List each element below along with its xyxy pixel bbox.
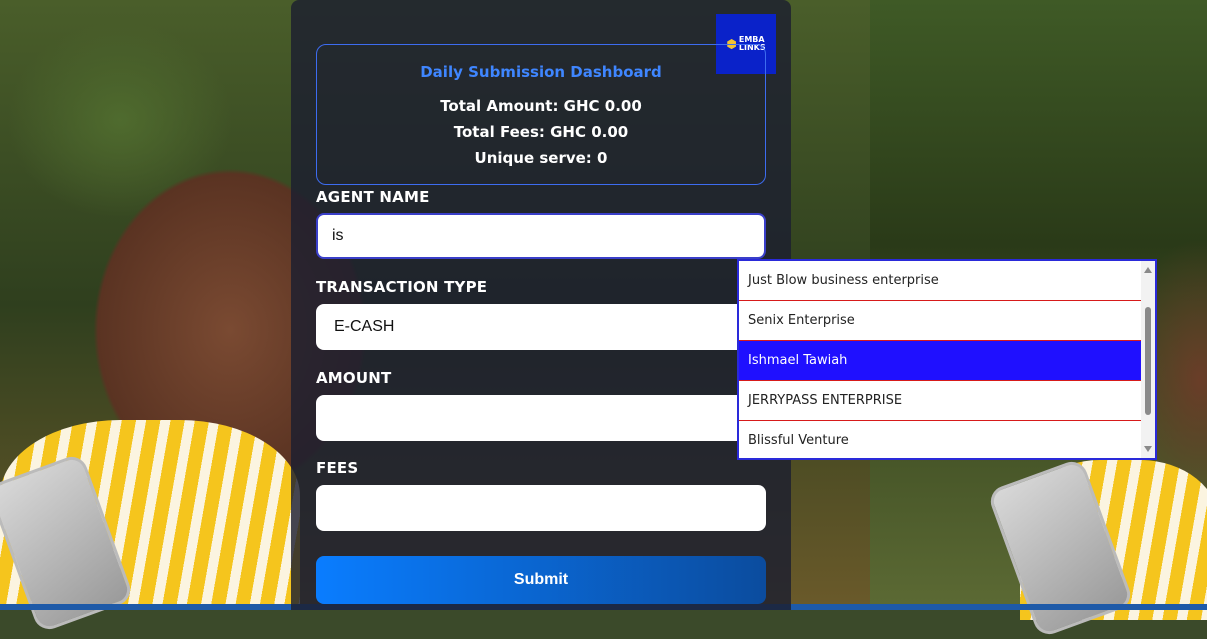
fees-label: FEES (316, 459, 359, 477)
suggestion-option[interactable]: JERRYPASS ENTERPRISE (739, 381, 1143, 421)
transaction-type-select[interactable]: E-CASH (316, 304, 766, 350)
dashboard-title: Daily Submission Dashboard (420, 63, 662, 81)
suggestion-option[interactable]: Senix Enterprise (739, 301, 1143, 341)
scroll-down-arrow-icon[interactable] (1144, 446, 1152, 452)
amount-label: AMOUNT (316, 369, 392, 387)
fees-input[interactable] (316, 485, 766, 531)
agent-name-label: AGENT NAME (316, 188, 430, 206)
submit-button[interactable]: Submit (316, 556, 766, 604)
unique-serve: Unique serve: 0 (474, 149, 608, 167)
suggestion-option-selected[interactable]: Ishmael Tawiah (739, 341, 1143, 381)
scroll-thumb[interactable] (1145, 307, 1151, 415)
total-fees: Total Fees: GHC 0.00 (453, 123, 629, 141)
transaction-type-value: E-CASH (334, 318, 395, 335)
scroll-up-arrow-icon[interactable] (1144, 267, 1152, 273)
agent-suggestions-dropdown[interactable]: Just Blow business enterprise Senix Ente… (737, 259, 1157, 460)
amount-input[interactable] (316, 395, 766, 441)
agent-name-value: is (332, 227, 344, 244)
dropdown-scrollbar[interactable] (1141, 261, 1155, 458)
transaction-type-label: TRANSACTION TYPE (316, 278, 488, 296)
suggestion-option[interactable]: Blissful Venture (739, 421, 1143, 458)
total-amount: Total Amount: GHC 0.00 (440, 97, 642, 115)
daily-dashboard: Daily Submission Dashboard Total Amount:… (316, 44, 766, 185)
submission-card: ⬢ EMBA LINKS Daily Submission Dashboard … (291, 0, 791, 610)
suggestion-option[interactable]: Just Blow business enterprise (739, 261, 1143, 301)
agent-name-input[interactable]: is (316, 213, 766, 259)
